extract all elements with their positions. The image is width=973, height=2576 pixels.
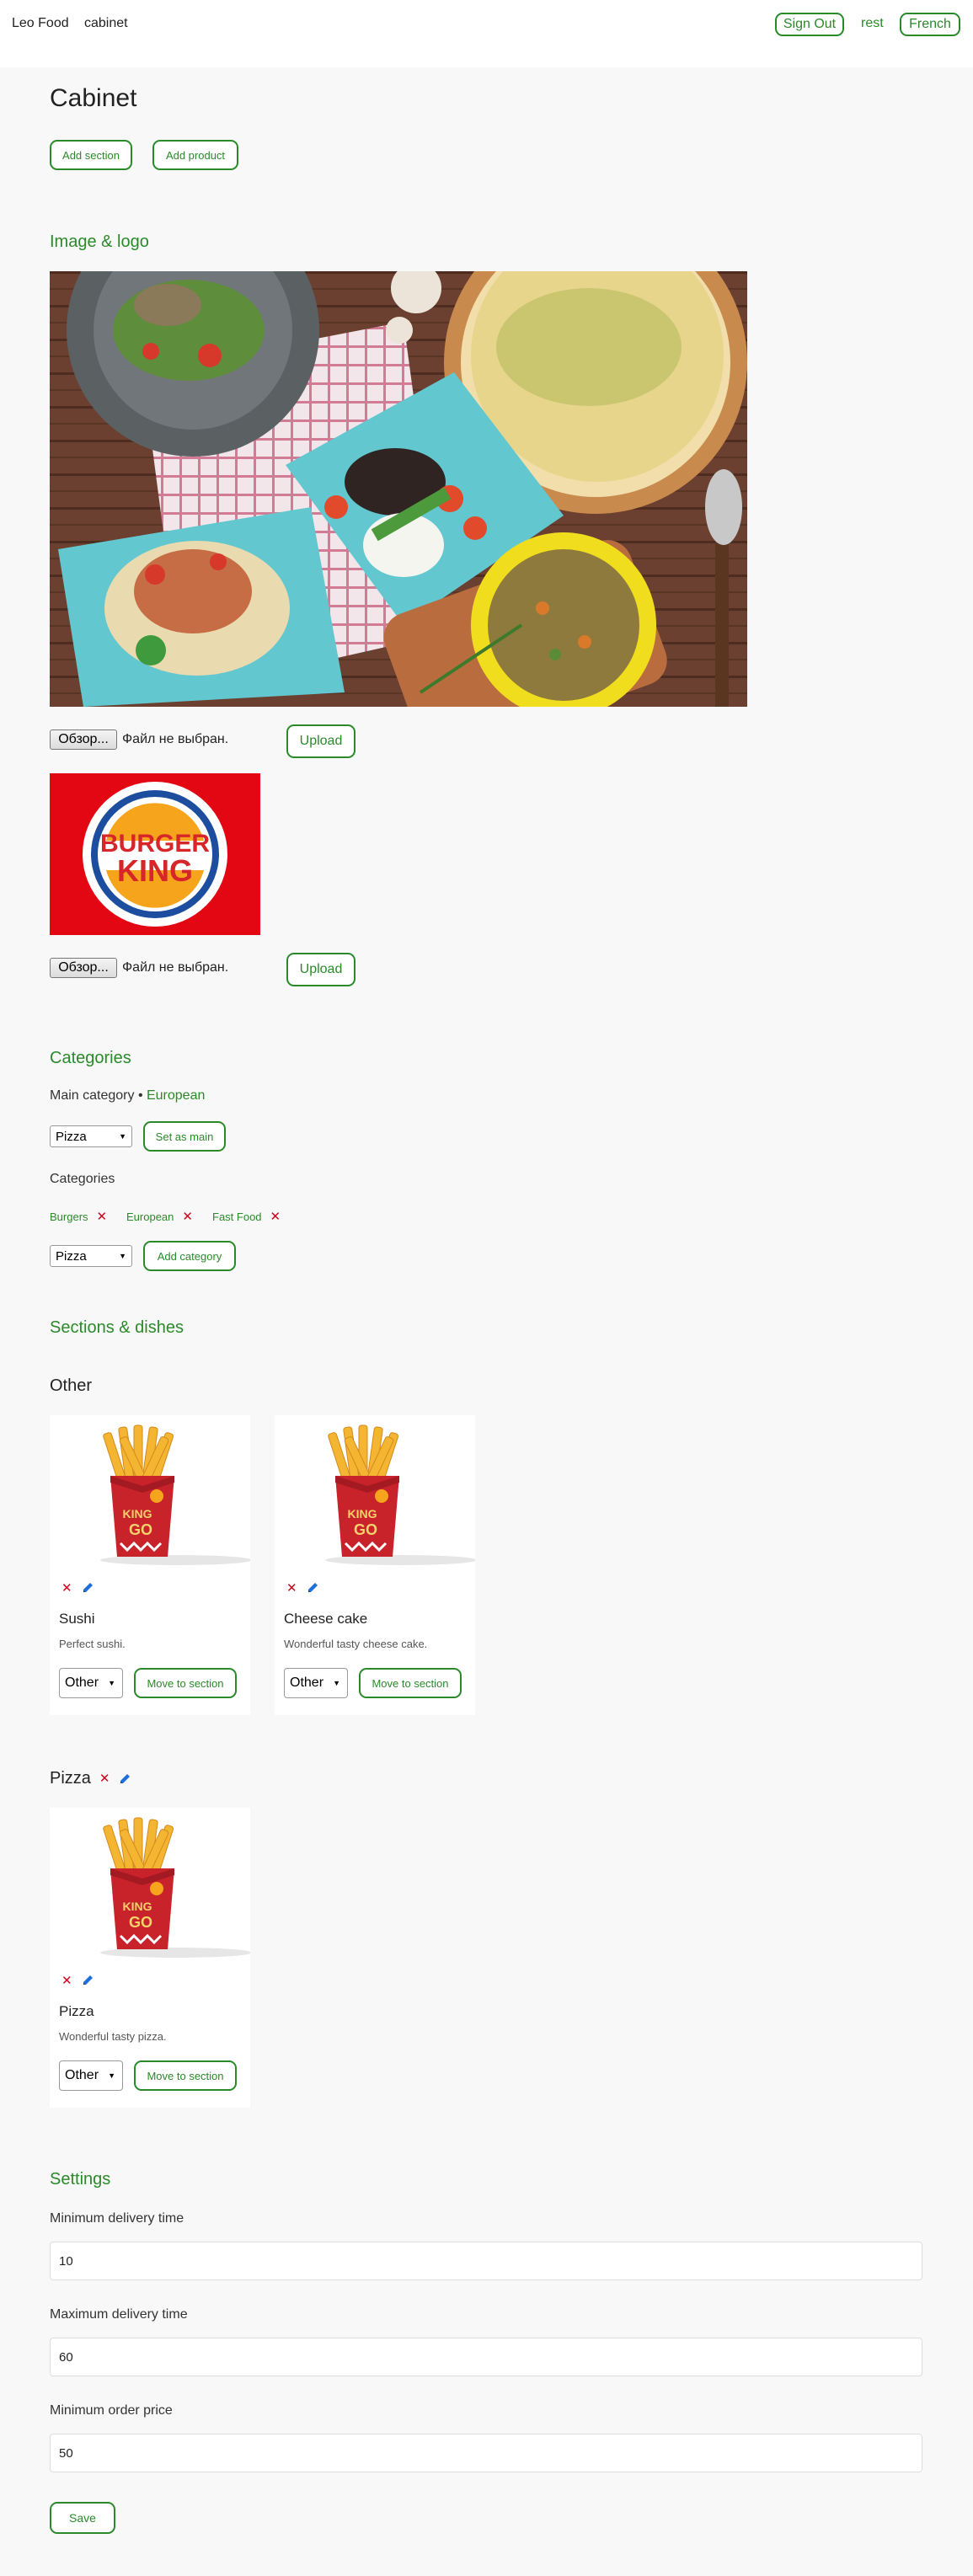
dish-description: Wonderful tasty pizza. — [59, 2030, 167, 2043]
nav-cabinet-link[interactable]: cabinet — [84, 16, 128, 31]
dish-section-select[interactable]: Other ▼ — [59, 2060, 123, 2091]
save-button[interactable]: Save — [50, 2502, 115, 2534]
dish-section-value: Other — [65, 2068, 99, 2082]
add-section-button[interactable]: Add section — [50, 140, 132, 170]
main-category-value: European — [146, 1088, 206, 1103]
chevron-down-icon: ▼ — [119, 1252, 126, 1260]
min-price-input[interactable]: 50 — [50, 2434, 922, 2472]
box-text-bottom: GO — [354, 1521, 377, 1538]
upload-logo-button[interactable]: Upload — [286, 953, 356, 986]
dish-card-sushi: KING GO ✕ Sushi Perfect sushi. Other ▼ M… — [50, 1415, 250, 1715]
section-title-label: Other — [50, 1376, 93, 1395]
add-category-select-value: Pizza — [56, 1248, 87, 1264]
dish-image: KING GO — [275, 1415, 475, 1572]
categories-list-label: Categories — [50, 1172, 115, 1186]
box-text-top: KING — [123, 1900, 152, 1913]
close-icon[interactable]: ✕ — [61, 1582, 72, 1595]
pencil-icon[interactable] — [81, 1974, 94, 1987]
box-text-top: KING — [123, 1507, 152, 1520]
add-category-select[interactable]: Pizza ▼ — [50, 1245, 132, 1267]
restaurant-image — [50, 271, 747, 707]
chevron-down-icon: ▼ — [108, 2071, 115, 2080]
pencil-icon[interactable] — [306, 1581, 319, 1595]
sign-out-button[interactable]: Sign Out — [775, 13, 844, 36]
settings-heading: Settings — [50, 2170, 111, 2189]
category-chip-fast-food: Fast Food ✕ — [212, 1211, 281, 1223]
logo-file-status: Файл не выбран. — [122, 960, 229, 975]
max-delivery-label: Maximum delivery time — [50, 2307, 188, 2322]
image-file-status: Файл не выбран. — [122, 732, 229, 746]
nav-rest-link[interactable]: rest — [861, 16, 884, 31]
image-logo-heading: Image & logo — [50, 232, 149, 251]
dish-section-select[interactable]: Other ▼ — [59, 1668, 123, 1698]
max-delivery-input[interactable]: 60 — [50, 2338, 922, 2376]
set-as-main-button[interactable]: Set as main — [143, 1121, 226, 1152]
close-icon[interactable]: ✕ — [99, 1772, 110, 1785]
category-chip-burgers: Burgers ✕ — [50, 1211, 107, 1223]
category-chip-label: Burgers — [50, 1211, 88, 1223]
dish-name: Sushi — [59, 1611, 95, 1627]
dish-section-value: Other — [290, 1675, 324, 1690]
dish-section-select[interactable]: Other ▼ — [284, 1668, 348, 1698]
dish-description: Wonderful tasty cheese cake. — [284, 1638, 428, 1650]
section-title-other: Other — [50, 1376, 92, 1396]
dish-image: KING GO — [50, 1808, 250, 1964]
category-chip-label: Fast Food — [212, 1211, 262, 1223]
category-chip-label: European — [126, 1211, 174, 1223]
chevron-down-icon: ▼ — [333, 1679, 340, 1687]
dish-section-value: Other — [65, 1675, 99, 1690]
brand-link[interactable]: Leo Food — [12, 16, 69, 31]
box-text-top: KING — [348, 1507, 377, 1520]
pencil-icon[interactable] — [81, 1581, 94, 1595]
dish-name: Pizza — [59, 2003, 94, 2019]
main-category-select[interactable]: Pizza ▼ — [50, 1125, 132, 1147]
min-delivery-input[interactable]: 10 — [50, 2242, 922, 2280]
categories-heading: Categories — [50, 1049, 131, 1067]
min-price-label: Minimum order price — [50, 2403, 173, 2418]
browse-image-button[interactable]: Обзор... — [50, 730, 117, 750]
dish-card-cheese-cake: KING GO ✕ Cheese cake Wonderful tasty ch… — [275, 1415, 475, 1715]
pencil-icon[interactable] — [118, 1772, 131, 1786]
main-category-prefix: Main category • — [50, 1088, 147, 1103]
min-delivery-label: Minimum delivery time — [50, 2211, 184, 2226]
move-to-section-button[interactable]: Move to section — [134, 2060, 237, 2091]
main-category-label: Main category • European — [50, 1088, 205, 1104]
section-title-label: Pizza — [50, 1769, 91, 1788]
section-title-pizza: Pizza ✕ — [50, 1769, 131, 1788]
chevron-down-icon: ▼ — [108, 1679, 115, 1687]
close-icon[interactable]: ✕ — [286, 1582, 297, 1595]
dish-image: KING GO — [50, 1415, 250, 1572]
logo-file-picker: Обзор... Файл не выбран. — [50, 958, 228, 978]
box-text-bottom: GO — [129, 1521, 152, 1538]
add-category-button[interactable]: Add category — [143, 1241, 236, 1271]
upload-image-button[interactable]: Upload — [286, 724, 356, 758]
move-to-section-button[interactable]: Move to section — [134, 1668, 237, 1698]
close-icon[interactable]: ✕ — [270, 1211, 281, 1223]
dish-name: Cheese cake — [284, 1611, 368, 1627]
close-icon[interactable]: ✕ — [61, 1975, 72, 1987]
move-to-section-button[interactable]: Move to section — [359, 1668, 462, 1698]
chevron-down-icon: ▼ — [119, 1132, 126, 1141]
add-product-button[interactable]: Add product — [152, 140, 238, 170]
language-button[interactable]: French — [900, 13, 960, 36]
top-navbar: Leo Food cabinet Sign Out rest French — [0, 0, 973, 67]
box-text-bottom: GO — [129, 1914, 152, 1931]
main-category-select-value: Pizza — [56, 1129, 87, 1144]
browse-logo-button[interactable]: Обзор... — [50, 958, 117, 978]
image-file-picker: Обзор... Файл не выбран. — [50, 730, 228, 750]
category-chip-european: European ✕ — [126, 1211, 193, 1223]
dish-card-pizza: KING GO ✕ Pizza Wonderful tasty pizza. O… — [50, 1808, 250, 2108]
page-title: Cabinet — [50, 84, 137, 112]
sections-heading: Sections & dishes — [50, 1318, 184, 1337]
close-icon[interactable]: ✕ — [97, 1211, 108, 1223]
restaurant-logo: BURGER KING — [50, 773, 260, 935]
close-icon[interactable]: ✕ — [182, 1211, 193, 1223]
dish-description: Perfect sushi. — [59, 1638, 126, 1650]
logo-text-bottom: KING — [117, 853, 193, 888]
